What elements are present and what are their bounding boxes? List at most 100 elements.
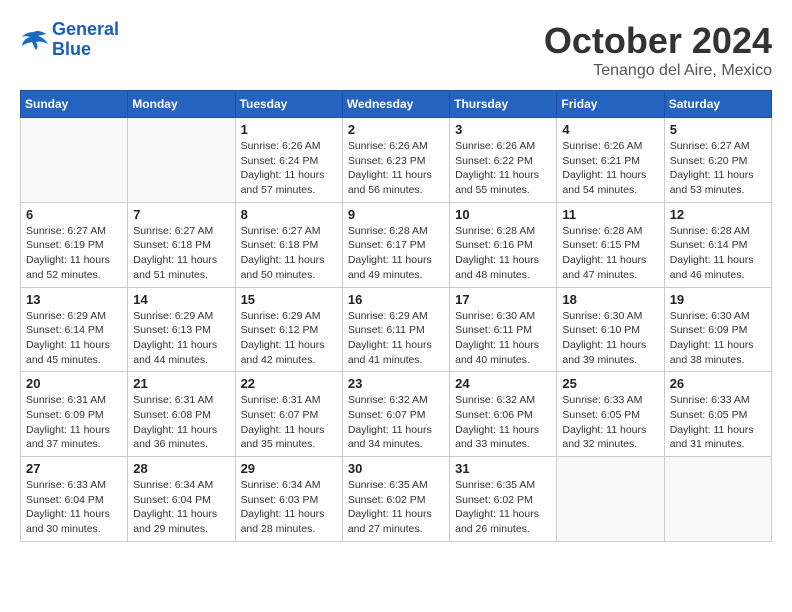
table-row: 8 Sunrise: 6:27 AMSunset: 6:18 PMDaylight… — [235, 202, 342, 287]
table-row: 18 Sunrise: 6:30 AMSunset: 6:10 PMDayligh… — [557, 287, 664, 372]
table-row: 5 Sunrise: 6:27 AMSunset: 6:20 PMDaylight… — [664, 118, 771, 203]
day-number: 29 — [241, 461, 337, 476]
header-friday: Friday — [557, 91, 664, 118]
cell-info: Sunrise: 6:28 AMSunset: 6:16 PMDaylight:… — [455, 224, 551, 283]
day-number: 14 — [133, 292, 229, 307]
day-number: 24 — [455, 376, 551, 391]
cell-info: Sunrise: 6:31 AMSunset: 6:08 PMDaylight:… — [133, 393, 229, 452]
table-row: 28 Sunrise: 6:34 AMSunset: 6:04 PMDayligh… — [128, 457, 235, 542]
calendar-week-row: 6 Sunrise: 6:27 AMSunset: 6:19 PMDaylight… — [21, 202, 772, 287]
day-number: 21 — [133, 376, 229, 391]
day-number: 15 — [241, 292, 337, 307]
table-row: 16 Sunrise: 6:29 AMSunset: 6:11 PMDayligh… — [342, 287, 449, 372]
table-row: 22 Sunrise: 6:31 AMSunset: 6:07 PMDayligh… — [235, 372, 342, 457]
day-number: 17 — [455, 292, 551, 307]
day-number: 22 — [241, 376, 337, 391]
table-row: 31 Sunrise: 6:35 AMSunset: 6:02 PMDayligh… — [450, 457, 557, 542]
logo-text: General Blue — [52, 20, 119, 60]
cell-info: Sunrise: 6:26 AMSunset: 6:21 PMDaylight:… — [562, 139, 658, 198]
calendar-table: Sunday Monday Tuesday Wednesday Thursday… — [20, 90, 772, 542]
page-header: General Blue October 2024 Tenango del Ai… — [20, 20, 772, 80]
day-number: 5 — [670, 122, 766, 137]
cell-info: Sunrise: 6:30 AMSunset: 6:11 PMDaylight:… — [455, 309, 551, 368]
day-number: 26 — [670, 376, 766, 391]
table-row: 3Sunrise: 6:26 AMSunset: 6:22 PMDaylight… — [450, 118, 557, 203]
table-row: 24Sunrise: 6:32 AMSunset: 6:06 PMDayligh… — [450, 372, 557, 457]
calendar-week-row: 27 Sunrise: 6:33 AMSunset: 6:04 PMDayligh… — [21, 457, 772, 542]
table-row: 20Sunrise: 6:31 AMSunset: 6:09 PMDayligh… — [21, 372, 128, 457]
table-row — [128, 118, 235, 203]
table-row: 30Sunrise: 6:35 AMSunset: 6:02 PMDayligh… — [342, 457, 449, 542]
table-row: 4 Sunrise: 6:26 AMSunset: 6:21 PMDaylight… — [557, 118, 664, 203]
cell-info: Sunrise: 6:28 AMSunset: 6:17 PMDaylight:… — [348, 224, 444, 283]
cell-info: Sunrise: 6:35 AMSunset: 6:02 PMDaylight:… — [455, 478, 551, 537]
table-row: 25Sunrise: 6:33 AMSunset: 6:05 PMDayligh… — [557, 372, 664, 457]
day-number: 9 — [348, 207, 444, 222]
month-title: October 2024 — [544, 20, 772, 62]
cell-info: Sunrise: 6:26 AMSunset: 6:22 PMDaylight:… — [455, 139, 551, 198]
cell-info: Sunrise: 6:29 AMSunset: 6:12 PMDaylight:… — [241, 309, 337, 368]
table-row: 17 Sunrise: 6:30 AMSunset: 6:11 PMDayligh… — [450, 287, 557, 372]
header-wednesday: Wednesday — [342, 91, 449, 118]
header-saturday: Saturday — [664, 91, 771, 118]
day-number: 28 — [133, 461, 229, 476]
cell-info: Sunrise: 6:26 AMSunset: 6:24 PMDaylight:… — [241, 139, 337, 198]
cell-info: Sunrise: 6:33 AMSunset: 6:04 PMDaylight:… — [26, 478, 122, 537]
table-row: 1 Sunrise: 6:26 AMSunset: 6:24 PMDaylight… — [235, 118, 342, 203]
location-title: Tenango del Aire, Mexico — [544, 62, 772, 80]
table-row: 6 Sunrise: 6:27 AMSunset: 6:19 PMDaylight… — [21, 202, 128, 287]
table-row — [664, 457, 771, 542]
cell-info: Sunrise: 6:27 AMSunset: 6:18 PMDaylight:… — [241, 224, 337, 283]
cell-info: Sunrise: 6:27 AMSunset: 6:20 PMDaylight:… — [670, 139, 766, 198]
day-number: 2 — [348, 122, 444, 137]
cell-info: Sunrise: 6:29 AMSunset: 6:14 PMDaylight:… — [26, 309, 122, 368]
cell-info: Sunrise: 6:35 AMSunset: 6:02 PMDaylight:… — [348, 478, 444, 537]
day-number: 10 — [455, 207, 551, 222]
table-row: 10 Sunrise: 6:28 AMSunset: 6:16 PMDayligh… — [450, 202, 557, 287]
calendar-week-row: 1 Sunrise: 6:26 AMSunset: 6:24 PMDaylight… — [21, 118, 772, 203]
cell-info: Sunrise: 6:34 AMSunset: 6:03 PMDaylight:… — [241, 478, 337, 537]
table-row: 12 Sunrise: 6:28 AMSunset: 6:14 PMDayligh… — [664, 202, 771, 287]
cell-info: Sunrise: 6:28 AMSunset: 6:15 PMDaylight:… — [562, 224, 658, 283]
table-row: 21 Sunrise: 6:31 AMSunset: 6:08 PMDayligh… — [128, 372, 235, 457]
day-number: 13 — [26, 292, 122, 307]
cell-info: Sunrise: 6:31 AMSunset: 6:07 PMDaylight:… — [241, 393, 337, 452]
cell-info: Sunrise: 6:32 AMSunset: 6:07 PMDaylight:… — [348, 393, 444, 452]
table-row: 15 Sunrise: 6:29 AMSunset: 6:12 PMDayligh… — [235, 287, 342, 372]
day-number: 31 — [455, 461, 551, 476]
day-number: 7 — [133, 207, 229, 222]
day-number: 12 — [670, 207, 766, 222]
day-number: 23 — [348, 376, 444, 391]
day-number: 1 — [241, 122, 337, 137]
cell-info: Sunrise: 6:27 AMSunset: 6:19 PMDaylight:… — [26, 224, 122, 283]
day-number: 19 — [670, 292, 766, 307]
cell-info: Sunrise: 6:30 AMSunset: 6:10 PMDaylight:… — [562, 309, 658, 368]
day-number: 4 — [562, 122, 658, 137]
cell-info: Sunrise: 6:29 AMSunset: 6:11 PMDaylight:… — [348, 309, 444, 368]
day-number: 8 — [241, 207, 337, 222]
calendar-week-row: 20Sunrise: 6:31 AMSunset: 6:09 PMDayligh… — [21, 372, 772, 457]
cell-info: Sunrise: 6:30 AMSunset: 6:09 PMDaylight:… — [670, 309, 766, 368]
table-row: 7 Sunrise: 6:27 AMSunset: 6:18 PMDaylight… — [128, 202, 235, 287]
cell-info: Sunrise: 6:33 AMSunset: 6:05 PMDaylight:… — [670, 393, 766, 452]
logo: General Blue — [20, 20, 119, 60]
table-row — [21, 118, 128, 203]
cell-info: Sunrise: 6:34 AMSunset: 6:04 PMDaylight:… — [133, 478, 229, 537]
logo-bird-icon — [20, 28, 48, 52]
day-number: 27 — [26, 461, 122, 476]
cell-info: Sunrise: 6:33 AMSunset: 6:05 PMDaylight:… — [562, 393, 658, 452]
day-number: 16 — [348, 292, 444, 307]
table-row: 29 Sunrise: 6:34 AMSunset: 6:03 PMDayligh… — [235, 457, 342, 542]
cell-info: Sunrise: 6:28 AMSunset: 6:14 PMDaylight:… — [670, 224, 766, 283]
calendar-header-row: Sunday Monday Tuesday Wednesday Thursday… — [21, 91, 772, 118]
table-row: 11Sunrise: 6:28 AMSunset: 6:15 PMDayligh… — [557, 202, 664, 287]
table-row: 26 Sunrise: 6:33 AMSunset: 6:05 PMDayligh… — [664, 372, 771, 457]
day-number: 6 — [26, 207, 122, 222]
cell-info: Sunrise: 6:29 AMSunset: 6:13 PMDaylight:… — [133, 309, 229, 368]
day-number: 18 — [562, 292, 658, 307]
table-row: 19 Sunrise: 6:30 AMSunset: 6:09 PMDayligh… — [664, 287, 771, 372]
cell-info: Sunrise: 6:27 AMSunset: 6:18 PMDaylight:… — [133, 224, 229, 283]
table-row: 13 Sunrise: 6:29 AMSunset: 6:14 PMDayligh… — [21, 287, 128, 372]
table-row: 9 Sunrise: 6:28 AMSunset: 6:17 PMDaylight… — [342, 202, 449, 287]
table-row: 14 Sunrise: 6:29 AMSunset: 6:13 PMDayligh… — [128, 287, 235, 372]
